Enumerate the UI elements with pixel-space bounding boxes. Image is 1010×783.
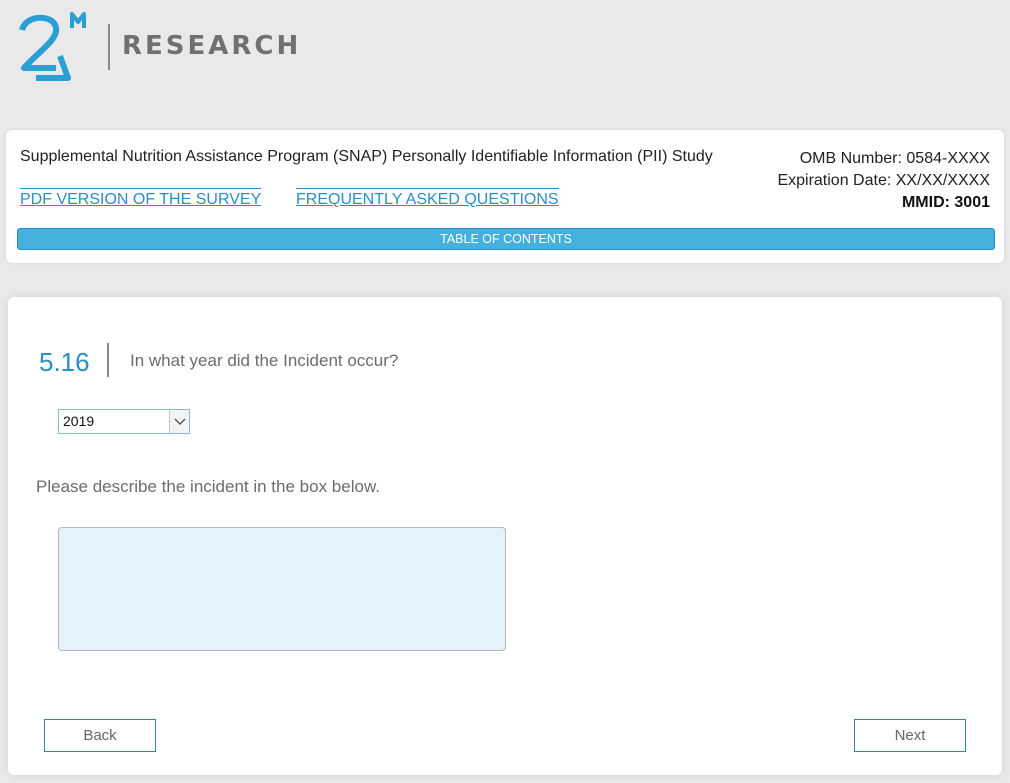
brand-logo: RESEARCH bbox=[16, 12, 306, 84]
incident-description-textarea[interactable] bbox=[58, 527, 506, 651]
table-of-contents-button[interactable]: TABLE OF CONTENTS bbox=[17, 228, 995, 250]
logo-divider bbox=[108, 24, 110, 70]
logo-wordmark: RESEARCH bbox=[122, 31, 302, 61]
year-select-value: 2019 bbox=[63, 413, 95, 429]
question-number: 5.16 bbox=[39, 347, 90, 377]
next-button[interactable]: Next bbox=[854, 719, 966, 752]
omb-info: OMB Number: 0584-XXXX Expiration Date: X… bbox=[777, 148, 990, 214]
back-button[interactable]: Back bbox=[44, 719, 156, 752]
survey-header: Supplemental Nutrition Assistance Progra… bbox=[6, 130, 1004, 263]
pdf-version-link[interactable]: PDF VERSION OF THE SURVEY bbox=[20, 188, 262, 209]
select-arrow-button[interactable] bbox=[169, 410, 189, 433]
year-select[interactable]: 2019 bbox=[58, 409, 190, 434]
chevron-down-icon bbox=[174, 418, 186, 425]
study-title: Supplemental Nutrition Assistance Progra… bbox=[20, 148, 713, 165]
question-text: In what year did the Incident occur? bbox=[130, 351, 399, 370]
question-divider bbox=[107, 343, 109, 377]
mmid: MMID: 3001 bbox=[901, 194, 990, 211]
describe-prompt: Please describe the incident in the box … bbox=[36, 477, 381, 496]
question-panel: 5.16 In what year did the Incident occur… bbox=[8, 297, 1002, 775]
faq-link[interactable]: FREQUENTLY ASKED QUESTIONS bbox=[296, 188, 559, 209]
expiration-date: Expiration Date: XX/XX/XXXX bbox=[777, 172, 990, 189]
omb-number: OMB Number: 0584-XXXX bbox=[799, 150, 990, 167]
2m-logo-mark-icon bbox=[19, 12, 86, 81]
